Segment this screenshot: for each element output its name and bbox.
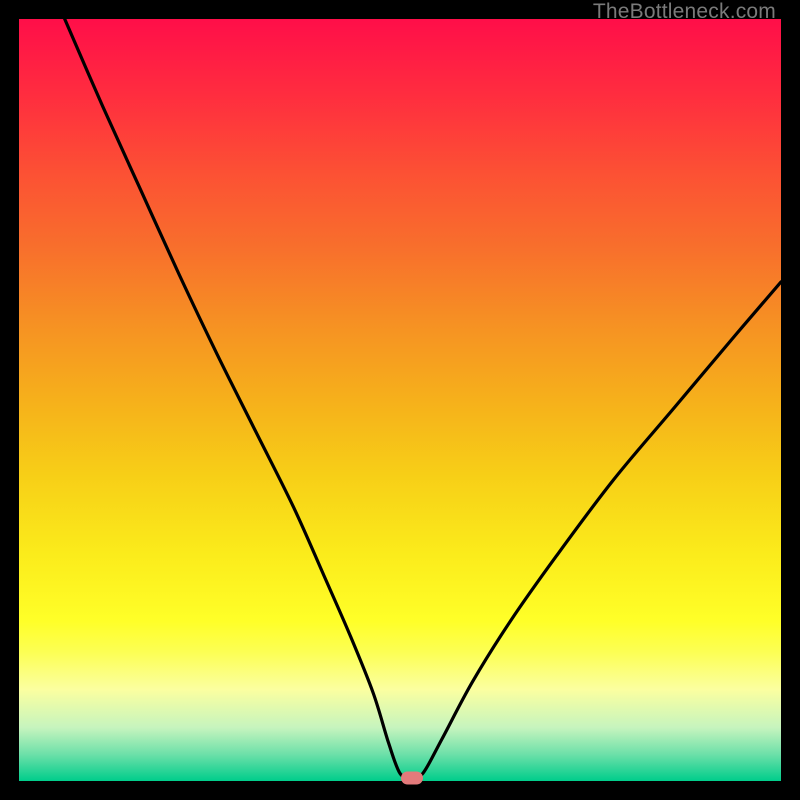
optimum-marker xyxy=(401,771,423,784)
gradient-background xyxy=(19,19,781,781)
watermark-text: TheBottleneck.com xyxy=(593,0,776,24)
chart-frame xyxy=(19,19,781,781)
chart-svg xyxy=(19,19,781,781)
